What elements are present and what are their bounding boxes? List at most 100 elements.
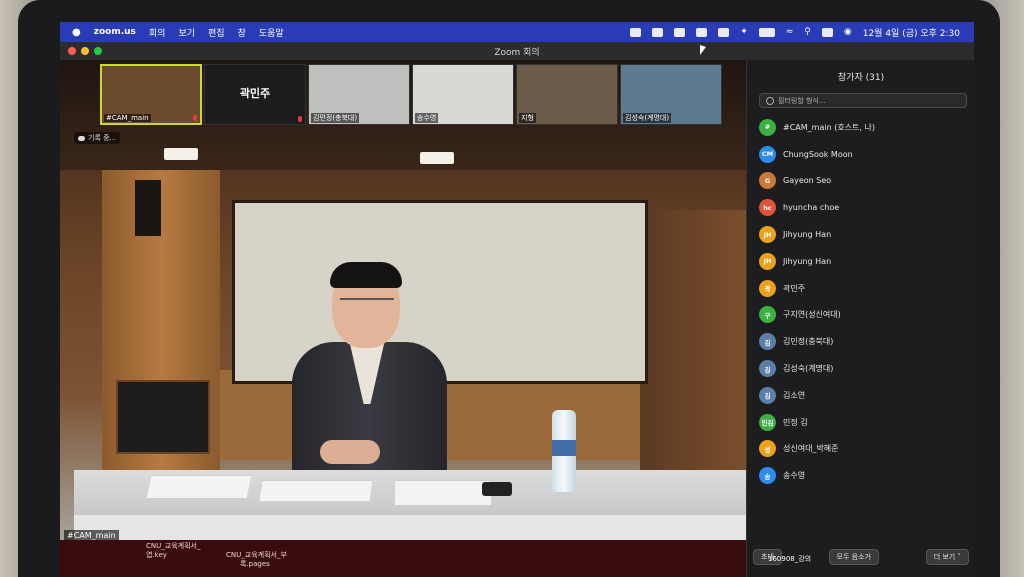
paper bbox=[258, 480, 374, 502]
participants-title: 참가자 (31) bbox=[837, 73, 885, 83]
thumbnail-participant[interactable]: 김성숙(계명대) bbox=[620, 64, 722, 125]
laptop-bezel: ● zoom.us 회의 보기 편집 창 도움말 ✦ ≈ ⚲ ◉ 12월 4일 … bbox=[18, 0, 1000, 577]
list-item[interactable]: 김 김소연 bbox=[759, 382, 974, 409]
siri-icon[interactable]: ◉ bbox=[844, 27, 852, 37]
participant-search[interactable] bbox=[759, 93, 967, 108]
menu-help[interactable]: 도움말 bbox=[259, 26, 284, 39]
recording-label: 기록 중... bbox=[88, 134, 117, 142]
menu-clock[interactable]: 12월 4일 (금) 오후 2:30 bbox=[863, 26, 960, 39]
avatar: # bbox=[759, 118, 776, 136]
mic-muted-icon bbox=[193, 115, 197, 121]
cloud-record-icon bbox=[78, 135, 85, 141]
menu-view[interactable]: 보기 bbox=[178, 26, 195, 39]
search-icon[interactable]: ⚲ bbox=[804, 27, 811, 37]
avatar: hc bbox=[759, 199, 776, 217]
list-item[interactable]: 곽 곽민주 bbox=[759, 275, 974, 302]
participant-name: Jihyung Han bbox=[783, 256, 832, 266]
menu-meeting[interactable]: 회의 bbox=[149, 26, 166, 39]
desktop-file-label[interactable]: CNU_교육계획서_ bbox=[146, 542, 200, 551]
desk-front bbox=[74, 515, 746, 540]
apple-icon[interactable]: ● bbox=[72, 27, 81, 38]
ceiling-light bbox=[164, 148, 198, 160]
dropbox-icon[interactable] bbox=[674, 27, 686, 37]
thumbnail-label: 김민정(충북대) bbox=[311, 113, 360, 123]
participant-name: Jihyung Han bbox=[783, 230, 832, 240]
list-item[interactable]: 성 성신여대_박혜준 bbox=[759, 436, 974, 463]
menu-window[interactable]: 창 bbox=[238, 26, 246, 39]
battery-icon[interactable] bbox=[758, 27, 775, 37]
desktop-file-label[interactable]: 록.pages bbox=[240, 560, 270, 569]
toggle-icon[interactable] bbox=[652, 27, 664, 37]
bluetooth-icon[interactable]: ✦ bbox=[740, 27, 748, 37]
thumbnail-label: 김성숙(계명대) bbox=[623, 113, 672, 123]
avatar: 김 bbox=[759, 360, 776, 378]
thumbnail-label: #CAM_main bbox=[104, 114, 151, 122]
thumbnail-participant[interactable]: 지형 bbox=[516, 64, 618, 125]
participant-name: 김소연 bbox=[783, 390, 806, 400]
water-bottle bbox=[552, 410, 576, 492]
participant-name: hyuncha choe bbox=[783, 203, 840, 213]
list-item[interactable]: hc hyuncha choe bbox=[759, 194, 974, 221]
participant-search-input[interactable] bbox=[778, 96, 948, 105]
list-item[interactable]: CM ChungSook Moon bbox=[759, 141, 974, 168]
more-button-label: 더 보기 bbox=[933, 553, 956, 561]
list-item[interactable]: JH Jihyung Han bbox=[759, 221, 974, 248]
mic-muted-icon bbox=[298, 116, 302, 122]
thumbnail-label: 지형 bbox=[519, 113, 536, 123]
recording-indicator[interactable]: 기록 중... bbox=[74, 132, 121, 144]
menu-app-name[interactable]: zoom.us bbox=[94, 27, 136, 37]
participant-name: ChungSook Moon bbox=[783, 149, 853, 159]
list-item[interactable]: 구 구지연(성신여대) bbox=[759, 302, 974, 329]
main-speaker-video[interactable]: #CAM_main bbox=[60, 60, 746, 540]
participant-name: Gayeon Seo bbox=[783, 176, 832, 186]
control-center-icon[interactable] bbox=[821, 27, 833, 37]
avatar: 송 bbox=[759, 467, 776, 485]
participants-panel: 참가자 (31) # #CAM_main (호스트, 나) CM ChungSook… bbox=[746, 60, 974, 577]
mute-all-button[interactable]: 모두 음소거 bbox=[828, 549, 880, 565]
avatar: 민김 bbox=[759, 413, 776, 431]
desktop-file-label[interactable]: CNU_교육계획서_부 bbox=[226, 551, 287, 560]
avatar: 구 bbox=[759, 306, 776, 324]
chevron-down-icon: ˅ bbox=[957, 553, 961, 561]
zoom-status-icon[interactable] bbox=[630, 27, 642, 37]
zoom-window: Zoom 회의 #CAM_main #CAM_main 곽민주 김민정(충북대)… bbox=[60, 42, 974, 577]
list-item[interactable]: 김 김성숙(계명대) bbox=[759, 355, 974, 382]
participant-name: 민정 김 bbox=[783, 417, 808, 427]
more-button[interactable]: 더 보기 ˅ bbox=[925, 549, 969, 565]
avatar: 곽 bbox=[759, 279, 776, 297]
list-item[interactable]: 송 송수영 bbox=[759, 462, 974, 489]
wood-column bbox=[102, 170, 220, 470]
ceiling-light bbox=[420, 152, 454, 164]
desktop-background: CNU_교육계획서_ 엽.key CNU_교육계획서_부 록.pages bbox=[60, 540, 746, 577]
list-item[interactable]: G Gayeon Seo bbox=[759, 168, 974, 195]
paper bbox=[394, 480, 492, 506]
screen-icon[interactable] bbox=[696, 27, 708, 37]
avatar: 김 bbox=[759, 333, 776, 351]
desktop-file-label[interactable]: 160908_강의 bbox=[768, 554, 811, 564]
wood-cabinet bbox=[640, 210, 746, 470]
paper bbox=[145, 475, 253, 499]
avatar: 성 bbox=[759, 440, 776, 458]
desktop-file-label[interactable]: 엽.key bbox=[146, 551, 167, 560]
thumbnail-name: 곽민주 bbox=[239, 87, 271, 100]
thumbnail-strip: #CAM_main 곽민주 김민정(충북대) 송수영 지형 김성숙(계명대) bbox=[100, 64, 722, 125]
wifi-icon[interactable]: ≈ bbox=[786, 27, 794, 37]
thumbnail-participant[interactable]: 김민정(충북대) bbox=[308, 64, 410, 125]
thumbnail-cam-main[interactable]: #CAM_main bbox=[100, 64, 202, 125]
participant-name: 김성숙(계명대) bbox=[783, 364, 834, 374]
main-video-label: #CAM_main bbox=[64, 530, 119, 540]
thumbnail-label: 송수영 bbox=[415, 113, 439, 123]
list-item[interactable]: JH Jihyung Han bbox=[759, 248, 974, 275]
participant-name: 송수영 bbox=[783, 471, 806, 481]
menu-edit[interactable]: 편집 bbox=[208, 26, 225, 39]
participant-name: 구지연(성신여대) bbox=[783, 310, 841, 320]
keyboard-icon[interactable] bbox=[718, 27, 730, 37]
search-icon bbox=[766, 96, 774, 105]
list-item[interactable]: # #CAM_main (호스트, 나) bbox=[759, 114, 974, 141]
avatar: G bbox=[759, 172, 776, 190]
thumbnail-participant[interactable]: 송수영 bbox=[412, 64, 514, 125]
participant-name: #CAM_main (호스트, 나) bbox=[783, 122, 875, 132]
thumbnail-participant[interactable]: 곽민주 bbox=[204, 64, 306, 125]
list-item[interactable]: 민김 민정 김 bbox=[759, 409, 974, 436]
list-item[interactable]: 김 김민정(충북대) bbox=[759, 328, 974, 355]
